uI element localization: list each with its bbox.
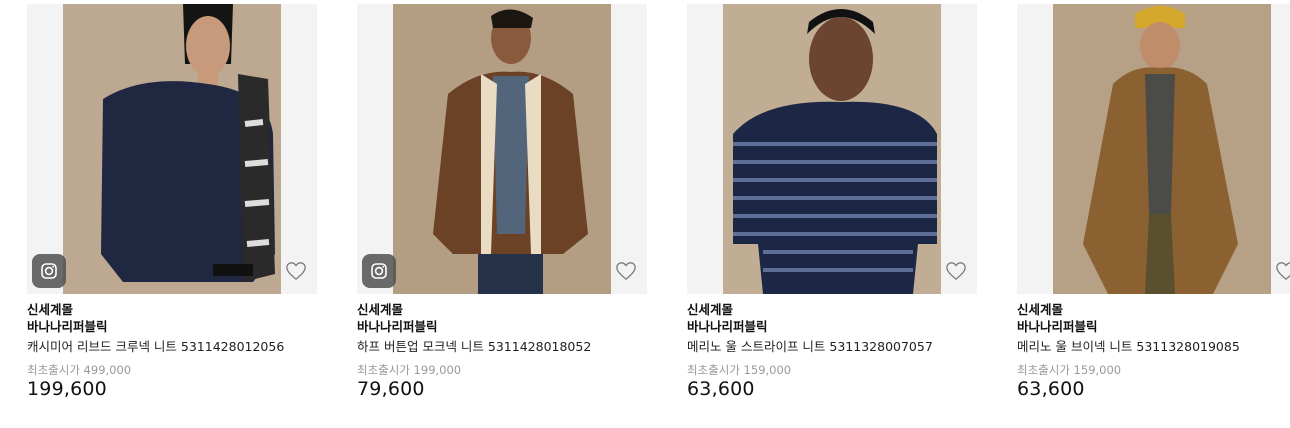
original-price: 최초출시가 499,000 (27, 363, 132, 377)
product-card[interactable]: 신세계몰 바나나리퍼블릭 하프 버튼업 모크넥 니트 5311428018052… (357, 4, 647, 400)
store-name: 신세계몰 (1017, 302, 1064, 317)
product-photo[interactable] (1053, 4, 1271, 294)
sale-price: 199,600 (27, 378, 107, 400)
sale-price: 63,600 (1017, 378, 1085, 400)
original-price: 최초출시가 159,000 (687, 363, 792, 377)
product-image-frame[interactable] (27, 4, 317, 294)
product-card[interactable]: 신세계몰 바나나리퍼블릭 메리노 울 브이넥 니트 5311328019085 … (1017, 4, 1290, 400)
product-photo[interactable] (393, 4, 611, 294)
product-name[interactable]: 캐시미어 리브드 크루넥 니트 5311428012056 (27, 338, 317, 356)
model-striped-sweater-image (723, 4, 941, 294)
wishlist-heart-icon[interactable] (943, 258, 969, 284)
product-image-frame[interactable] (1017, 4, 1290, 294)
product-photo[interactable] (63, 4, 281, 294)
brand-name: 바나나리퍼블릭 (357, 319, 438, 334)
product-card[interactable]: 신세계몰 바나나리퍼블릭 메리노 울 스트라이프 니트 531132800705… (687, 4, 977, 400)
product-card[interactable]: 신세계몰 바나나리퍼블릭 캐시미어 리브드 크루넥 니트 53114280120… (27, 4, 317, 400)
product-photo[interactable] (723, 4, 941, 294)
wishlist-heart-icon[interactable] (283, 258, 309, 284)
sale-price: 63,600 (687, 378, 755, 400)
product-name[interactable]: 하프 버튼업 모크넥 니트 5311428018052 (357, 338, 647, 356)
model-coat-image (1053, 4, 1271, 294)
model-jacket-image (393, 4, 611, 294)
store-name: 신세계몰 (357, 302, 404, 317)
product-name[interactable]: 메리노 울 브이넥 니트 5311328019085 (1017, 338, 1290, 356)
brand-name: 바나나리퍼블릭 (27, 319, 108, 334)
product-image-frame[interactable] (687, 4, 977, 294)
original-price: 최초출시가 199,000 (357, 363, 462, 377)
store-name: 신세계몰 (687, 302, 734, 317)
sale-price: 79,600 (357, 378, 425, 400)
wishlist-heart-icon[interactable] (613, 258, 639, 284)
wishlist-heart-icon[interactable] (1273, 258, 1290, 284)
brand-name: 바나나리퍼블릭 (1017, 319, 1098, 334)
product-name[interactable]: 메리노 울 스트라이프 니트 5311328007057 (687, 338, 977, 356)
brand-name: 바나나리퍼블릭 (687, 319, 768, 334)
instagram-icon (32, 254, 66, 288)
model-sweater-image (63, 4, 281, 294)
instagram-icon (362, 254, 396, 288)
store-name: 신세계몰 (27, 302, 74, 317)
product-grid: 신세계몰 바나나리퍼블릭 캐시미어 리브드 크루넥 니트 53114280120… (0, 0, 1290, 428)
product-image-frame[interactable] (357, 4, 647, 294)
original-price: 최초출시가 159,000 (1017, 363, 1122, 377)
